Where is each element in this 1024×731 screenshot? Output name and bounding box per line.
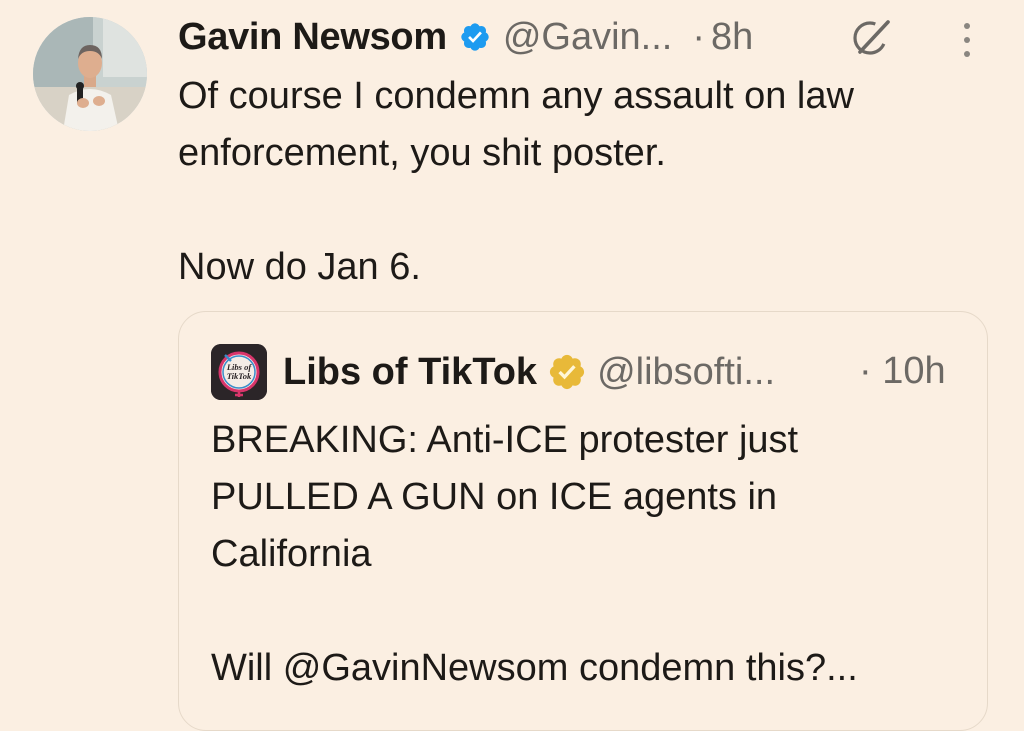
tweet-text-line: Of course I condemn any assault on law — [178, 75, 854, 117]
tweet-text-line — [178, 182, 998, 239]
author-handle[interactable]: @Gavin... — [503, 16, 673, 59]
svg-text:TikTok: TikTok — [227, 371, 252, 381]
quoted-tweet-text: BREAKING: Anti-ICE protester just PULLED… — [211, 412, 971, 697]
separator-dot: · — [692, 15, 705, 58]
tweet-text-line: enforcement, you shit poster. — [178, 132, 666, 174]
blue-verified-check-icon[interactable] — [459, 21, 491, 53]
tweet-text: Of course I condemn any assault on law e… — [178, 68, 998, 296]
tweet-header: Gavin Newsom @Gavin... · 8h — [178, 12, 753, 62]
quoted-text-line: California — [211, 533, 372, 575]
tweet[interactable]: Gavin Newsom @Gavin... · 8h Of course I … — [0, 0, 1024, 731]
quoted-text-line — [211, 583, 971, 640]
author-name[interactable]: Gavin Newsom — [178, 16, 447, 59]
grok-icon[interactable] — [848, 14, 894, 60]
tweet-text-line: Now do Jan 6. — [178, 246, 421, 288]
quoted-author-name[interactable]: Libs of TikTok — [283, 351, 537, 394]
tweet-timestamp[interactable]: 8h — [711, 16, 753, 59]
author-avatar-image — [33, 17, 147, 131]
gold-verified-check-icon[interactable] — [547, 352, 587, 392]
author-avatar[interactable] — [33, 17, 147, 131]
quoted-tweet[interactable]: Libs of TikTok Libs of TikTok @libsofti.… — [178, 311, 988, 731]
quoted-author-handle[interactable]: @libsofti... — [597, 351, 775, 394]
quoted-text-line: BREAKING: Anti-ICE protester just — [211, 419, 799, 461]
quoted-author-avatar[interactable]: Libs of TikTok — [211, 344, 267, 400]
quoted-tweet-timestamp[interactable]: · 10h — [859, 350, 946, 393]
quoted-text-line: PULLED A GUN on ICE agents in — [211, 476, 778, 518]
quoted-text-line: Will @GavinNewsom condemn this?... — [211, 647, 858, 689]
more-vertical-icon[interactable] — [956, 18, 978, 62]
quoted-tweet-header: Libs of TikTok Libs of TikTok @libsofti.… — [211, 344, 775, 400]
